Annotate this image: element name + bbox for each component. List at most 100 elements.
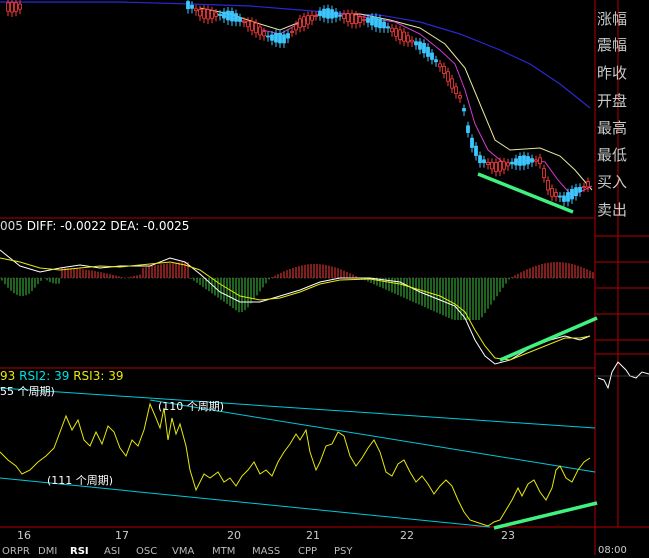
candle-body (270, 34, 274, 41)
candle-body (314, 15, 318, 17)
tab-vma[interactable]: VMA (172, 546, 194, 557)
candle-body (346, 13, 350, 22)
candle-body (246, 20, 250, 28)
candle-body (374, 16, 378, 28)
candle-body (230, 11, 234, 22)
candle-body (470, 137, 474, 148)
candle-body (378, 18, 382, 29)
candle-body (370, 16, 374, 26)
candle-body (430, 52, 434, 60)
candle-body (434, 59, 438, 63)
tab-mass[interactable]: MASS (252, 546, 280, 557)
panel-dividers (0, 0, 649, 555)
tab-mtm[interactable]: MTM (212, 546, 235, 557)
macd-period-prefix: 005 (0, 219, 23, 233)
candle-body (302, 16, 306, 27)
price-candles (6, 0, 590, 207)
candle-body (454, 86, 458, 95)
tab-osc[interactable]: OSC (136, 546, 157, 557)
candle-body (550, 188, 554, 197)
candle-body (394, 28, 398, 37)
candle-body (478, 155, 482, 164)
candle-body (546, 180, 550, 191)
candle-body (218, 13, 222, 16)
candle-body (310, 14, 314, 21)
candle-body (14, 2, 18, 12)
candle-body (414, 41, 418, 46)
candle-body (18, 3, 22, 10)
candle-body (10, 2, 14, 13)
side-label-bid: 买入 (597, 173, 628, 191)
side-label-prev-close: 昨收 (597, 64, 628, 82)
candle-body (422, 43, 426, 54)
side-label-change-pct: 涨幅 (597, 10, 628, 28)
rsi3-value: RSI3: 39 (73, 369, 124, 383)
candle-body (538, 157, 542, 165)
mini-price-line (597, 361, 649, 390)
candle-body (502, 161, 506, 170)
candle-body (578, 186, 582, 192)
candle-body (510, 161, 514, 165)
chart-canvas (0, 0, 649, 555)
candle-body (202, 8, 206, 19)
candle-body (222, 11, 226, 19)
candle-body (554, 192, 558, 197)
tab-orpr[interactable]: ORPR (2, 546, 30, 557)
candle-body (6, 2, 10, 12)
candle-body (522, 155, 526, 166)
candle-body (518, 155, 522, 166)
candle-body (586, 181, 590, 188)
candle-body (334, 11, 338, 18)
candle-body (350, 13, 354, 24)
candle-body (466, 125, 470, 133)
candle-body (362, 19, 366, 21)
candle-body (294, 24, 298, 31)
tab-asi[interactable]: ASI (104, 546, 120, 557)
rsi2-value: RSI2: 39 (19, 369, 70, 383)
candle-body (406, 35, 410, 43)
candle-body (482, 159, 486, 164)
candle-body (354, 14, 358, 25)
candle-body (366, 18, 370, 23)
rsi-divergence-line (493, 501, 598, 530)
candle-body (426, 46, 430, 57)
candle-body (386, 26, 390, 29)
macd-dea-value: DEA: -0.0025 (110, 219, 190, 233)
candle-body (322, 8, 326, 18)
candle-body (278, 32, 282, 44)
candle-body (486, 162, 490, 165)
candle-body (462, 108, 466, 112)
candle-body (574, 187, 578, 197)
ma-short-line (194, 9, 593, 197)
x-tick-16: 16 (17, 529, 31, 542)
candle-body (306, 15, 310, 25)
candle-body (210, 10, 214, 19)
candle-body (402, 31, 406, 42)
candle-body (198, 9, 202, 17)
candle-body (446, 71, 450, 82)
candle-body (534, 159, 538, 162)
candle-body (190, 4, 194, 9)
candle-body (506, 162, 510, 167)
candle-body (298, 18, 302, 28)
candle-body (258, 26, 262, 36)
x-tick-17: 17 (115, 529, 129, 542)
candle-body (254, 22, 258, 34)
tab-dmi[interactable]: DMI (38, 546, 57, 557)
candle-body (558, 195, 562, 198)
candle-body (326, 8, 330, 19)
tab-psy[interactable]: PSY (334, 546, 353, 557)
candle-body (338, 14, 342, 17)
candle-body (226, 10, 230, 21)
candle-body (286, 33, 290, 39)
candle-body (206, 9, 210, 20)
candle-body (250, 21, 254, 31)
candle-body (242, 20, 246, 23)
candle-body (234, 13, 238, 22)
candle-body (570, 188, 574, 200)
candle-body (526, 156, 530, 165)
tab-cpp[interactable]: CPP (298, 546, 317, 557)
tab-rsi[interactable]: RSI (70, 546, 89, 557)
macd-diff-value: DIFF: -0.0022 (26, 219, 107, 233)
candle-body (262, 31, 266, 37)
